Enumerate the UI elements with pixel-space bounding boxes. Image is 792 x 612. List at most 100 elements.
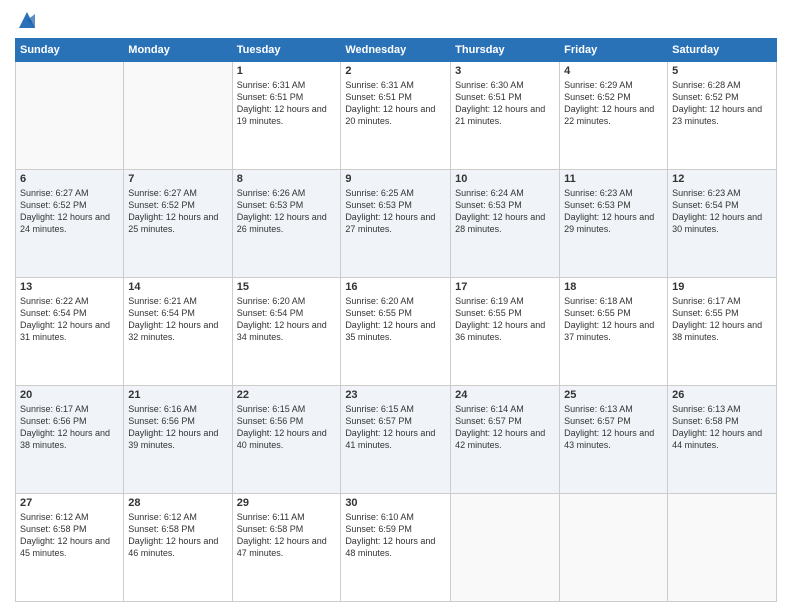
calendar-day-header: Sunday [16,39,124,62]
day-number: 28 [128,497,227,509]
calendar-cell: 15Sunrise: 6:20 AM Sunset: 6:54 PM Dayli… [232,278,341,386]
calendar-cell: 7Sunrise: 6:27 AM Sunset: 6:52 PM Daylig… [124,170,232,278]
day-info: Sunrise: 6:20 AM Sunset: 6:55 PM Dayligh… [345,295,446,344]
day-number: 22 [237,389,337,401]
calendar-cell: 3 Sunrise: 6:30 AM Sunset: 6:51 PM Daylig… [451,62,560,170]
calendar-cell: 28 Sunrise: 6:12 AM Sunset: 6:58 PM Dayli… [124,494,232,602]
day-info: Sunrise: 6:20 AM Sunset: 6:54 PM Dayligh… [237,295,337,344]
day-info: Sunrise: 6:28 AM Sunset: 6:52 PM Dayligh… [672,79,772,128]
day-info: Sunrise: 6:27 AM Sunset: 6:52 PM Dayligh… [20,187,119,236]
day-number: 3 [455,65,555,77]
day-info: Sunrise: 6:25 AM Sunset: 6:53 PM Dayligh… [345,187,446,236]
calendar-cell [560,494,668,602]
day-info: Sunrise: 6:14 AM Sunset: 6:57 PM Dayligh… [455,403,555,452]
calendar-cell: 24 Sunrise: 6:14 AM Sunset: 6:57 PM Dayli… [451,386,560,494]
day-info: Sunrise: 6:12 AM Sunset: 6:58 PM Dayligh… [20,511,119,560]
day-info: Sunrise: 6:31 AM Sunset: 6:51 PM Dayligh… [237,79,337,128]
day-number: 26 [672,389,772,401]
day-number: 27 [20,497,119,509]
calendar-week-row: 27 Sunrise: 6:12 AM Sunset: 6:58 PM Dayli… [16,494,777,602]
day-info: Sunrise: 6:24 AM Sunset: 6:53 PM Dayligh… [455,187,555,236]
day-info: Sunrise: 6:19 AM Sunset: 6:55 PM Dayligh… [455,295,555,344]
day-info: Sunrise: 6:17 AM Sunset: 6:55 PM Dayligh… [672,295,772,344]
calendar-cell: 14 Sunrise: 6:21 AM Sunset: 6:54 PM Dayli… [124,278,232,386]
calendar-table: SundayMondayTuesdayWednesdayThursdayFrid… [15,38,777,602]
day-number: 23 [345,389,446,401]
calendar-cell: 11 Sunrise: 6:23 AM Sunset: 6:53 PM Dayli… [560,170,668,278]
calendar-cell: 16 Sunrise: 6:20 AM Sunset: 6:55 PM Dayli… [341,278,451,386]
calendar-day-header: Tuesday [232,39,341,62]
day-info: Sunrise: 6:26 AM Sunset: 6:53 PM Dayligh… [237,187,337,236]
day-number: 24 [455,389,555,401]
day-info: Sunrise: 6:13 AM Sunset: 6:58 PM Dayligh… [672,403,772,452]
day-number: 17 [455,281,555,293]
logo-icon [17,10,37,30]
day-info: Sunrise: 6:21 AM Sunset: 6:54 PM Dayligh… [128,295,227,344]
calendar-cell: 4 Sunrise: 6:29 AM Sunset: 6:52 PM Daylig… [560,62,668,170]
calendar-cell: 26 Sunrise: 6:13 AM Sunset: 6:58 PM Dayli… [668,386,777,494]
calendar-day-header: Monday [124,39,232,62]
calendar-cell: 9 Sunrise: 6:25 AM Sunset: 6:53 PM Daylig… [341,170,451,278]
calendar-cell: 2 Sunrise: 6:31 AM Sunset: 6:51 PM Daylig… [341,62,451,170]
calendar-cell: 21 Sunrise: 6:16 AM Sunset: 6:56 PM Dayli… [124,386,232,494]
calendar-cell: 23 Sunrise: 6:15 AM Sunset: 6:57 PM Dayli… [341,386,451,494]
logo [15,10,37,30]
day-number: 8 [237,173,337,185]
day-info: Sunrise: 6:13 AM Sunset: 6:57 PM Dayligh… [564,403,663,452]
calendar-cell: 25 Sunrise: 6:13 AM Sunset: 6:57 PM Dayli… [560,386,668,494]
day-number: 12 [672,173,772,185]
day-number: 13 [20,281,119,293]
day-info: Sunrise: 6:18 AM Sunset: 6:55 PM Dayligh… [564,295,663,344]
day-info: Sunrise: 6:27 AM Sunset: 6:52 PM Dayligh… [128,187,227,236]
calendar-week-row: 6Sunrise: 6:27 AM Sunset: 6:52 PM Daylig… [16,170,777,278]
calendar-week-row: 20 Sunrise: 6:17 AM Sunset: 6:56 PM Dayli… [16,386,777,494]
calendar-cell: 18 Sunrise: 6:18 AM Sunset: 6:55 PM Dayli… [560,278,668,386]
calendar-cell: 10 Sunrise: 6:24 AM Sunset: 6:53 PM Dayli… [451,170,560,278]
day-info: Sunrise: 6:10 AM Sunset: 6:59 PM Dayligh… [345,511,446,560]
calendar-cell: 27 Sunrise: 6:12 AM Sunset: 6:58 PM Dayli… [16,494,124,602]
day-number: 20 [20,389,119,401]
day-info: Sunrise: 6:12 AM Sunset: 6:58 PM Dayligh… [128,511,227,560]
calendar-week-row: 13 Sunrise: 6:22 AM Sunset: 6:54 PM Dayli… [16,278,777,386]
day-number: 21 [128,389,227,401]
day-number: 10 [455,173,555,185]
day-info: Sunrise: 6:23 AM Sunset: 6:54 PM Dayligh… [672,187,772,236]
day-info: Sunrise: 6:15 AM Sunset: 6:56 PM Dayligh… [237,403,337,452]
day-number: 18 [564,281,663,293]
day-info: Sunrise: 6:29 AM Sunset: 6:52 PM Dayligh… [564,79,663,128]
day-info: Sunrise: 6:16 AM Sunset: 6:56 PM Dayligh… [128,403,227,452]
day-info: Sunrise: 6:22 AM Sunset: 6:54 PM Dayligh… [20,295,119,344]
calendar-cell: 1 Sunrise: 6:31 AM Sunset: 6:51 PM Daylig… [232,62,341,170]
calendar-cell [124,62,232,170]
day-number: 14 [128,281,227,293]
day-number: 19 [672,281,772,293]
calendar-header-row: SundayMondayTuesdayWednesdayThursdayFrid… [16,39,777,62]
day-number: 4 [564,65,663,77]
calendar-cell: 13 Sunrise: 6:22 AM Sunset: 6:54 PM Dayli… [16,278,124,386]
calendar-cell: 6Sunrise: 6:27 AM Sunset: 6:52 PM Daylig… [16,170,124,278]
day-number: 9 [345,173,446,185]
day-number: 16 [345,281,446,293]
calendar-cell: 22 Sunrise: 6:15 AM Sunset: 6:56 PM Dayli… [232,386,341,494]
calendar-day-header: Wednesday [341,39,451,62]
day-info: Sunrise: 6:17 AM Sunset: 6:56 PM Dayligh… [20,403,119,452]
calendar-day-header: Saturday [668,39,777,62]
day-info: Sunrise: 6:30 AM Sunset: 6:51 PM Dayligh… [455,79,555,128]
calendar-cell [16,62,124,170]
day-info: Sunrise: 6:15 AM Sunset: 6:57 PM Dayligh… [345,403,446,452]
day-number: 25 [564,389,663,401]
day-number: 11 [564,173,663,185]
calendar-day-header: Thursday [451,39,560,62]
calendar-cell: 5Sunrise: 6:28 AM Sunset: 6:52 PM Daylig… [668,62,777,170]
day-info: Sunrise: 6:11 AM Sunset: 6:58 PM Dayligh… [237,511,337,560]
day-number: 29 [237,497,337,509]
calendar-cell: 29 Sunrise: 6:11 AM Sunset: 6:58 PM Dayli… [232,494,341,602]
day-number: 2 [345,65,446,77]
day-number: 30 [345,497,446,509]
calendar-week-row: 1 Sunrise: 6:31 AM Sunset: 6:51 PM Daylig… [16,62,777,170]
calendar-cell: 19 Sunrise: 6:17 AM Sunset: 6:55 PM Dayli… [668,278,777,386]
day-info: Sunrise: 6:31 AM Sunset: 6:51 PM Dayligh… [345,79,446,128]
day-number: 1 [237,65,337,77]
page: SundayMondayTuesdayWednesdayThursdayFrid… [0,0,792,612]
day-info: Sunrise: 6:23 AM Sunset: 6:53 PM Dayligh… [564,187,663,236]
